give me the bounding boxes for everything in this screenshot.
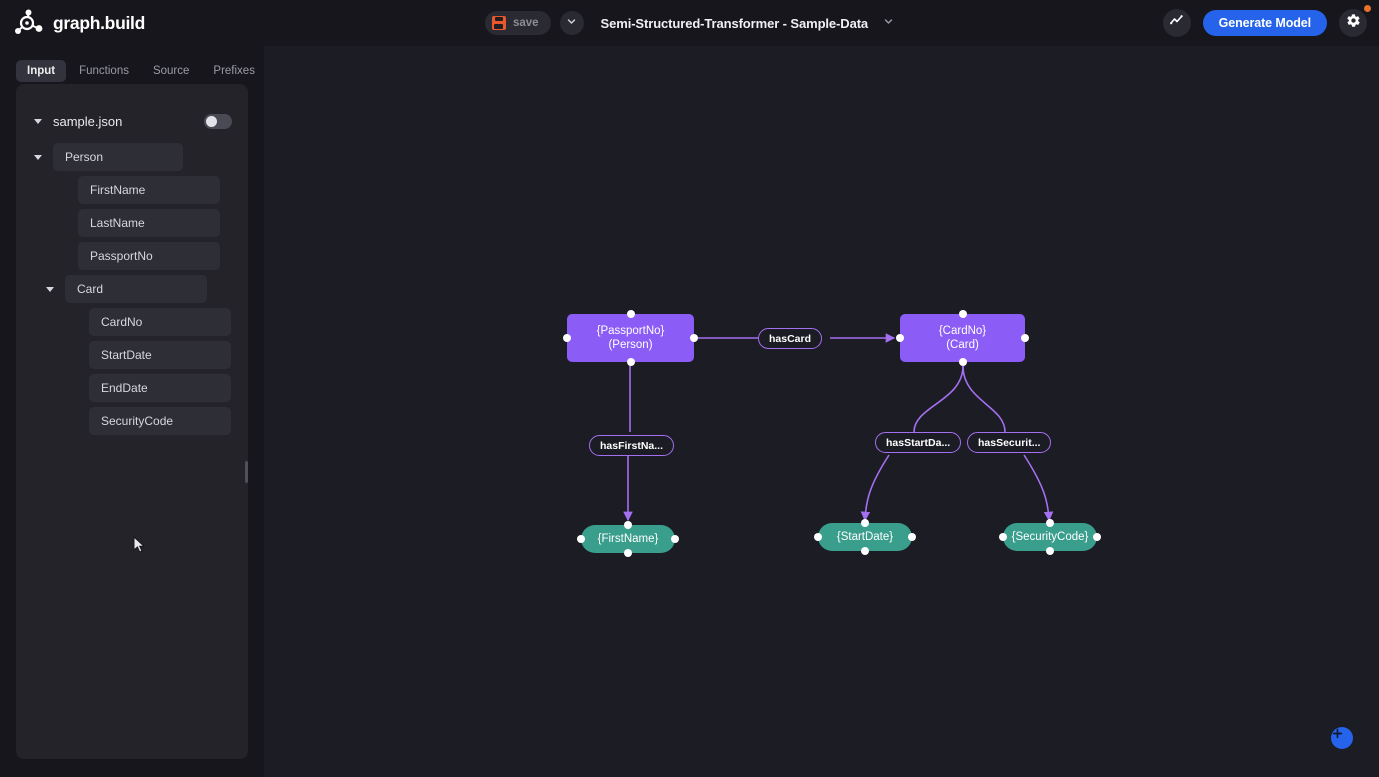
sidebar: Input Functions Source Prefixes sample.j… bbox=[0, 46, 264, 777]
sidebar-scrollbar-track[interactable] bbox=[245, 138, 248, 777]
tree-item-enddate[interactable]: EndDate bbox=[16, 374, 248, 402]
tree-item-label[interactable]: StartDate bbox=[89, 341, 231, 369]
node-handle-top[interactable] bbox=[624, 521, 632, 529]
node-handle-right[interactable] bbox=[671, 535, 679, 543]
gear-icon bbox=[1346, 13, 1361, 33]
node-handle-right[interactable] bbox=[1093, 533, 1101, 541]
tree-item-label[interactable]: Card bbox=[65, 275, 207, 303]
tab-prefixes[interactable]: Prefixes bbox=[202, 60, 266, 82]
generate-model-button[interactable]: Generate Model bbox=[1203, 10, 1327, 36]
analytics-button[interactable] bbox=[1163, 9, 1191, 37]
node-handle-right[interactable] bbox=[690, 334, 698, 342]
graph-node-line1: {StartDate} bbox=[837, 530, 893, 544]
tree-item-label[interactable]: CardNo bbox=[89, 308, 231, 336]
tree-item-label[interactable]: PassportNo bbox=[78, 242, 220, 270]
save-options-dropdown[interactable] bbox=[560, 11, 584, 35]
sidebar-scrollbar-thumb[interactable] bbox=[245, 461, 248, 483]
edge-label-hasfirstname[interactable]: hasFirstNa... bbox=[589, 435, 674, 456]
tab-input[interactable]: Input bbox=[16, 60, 66, 82]
graph-node-line1: {PassportNo} bbox=[597, 324, 665, 338]
node-handle-bottom[interactable] bbox=[1046, 547, 1054, 555]
settings-button[interactable] bbox=[1339, 9, 1367, 37]
node-handle-right[interactable] bbox=[1021, 334, 1029, 342]
tab-functions[interactable]: Functions bbox=[68, 60, 140, 82]
graph-node-securitycode[interactable]: {SecurityCode} bbox=[1003, 523, 1097, 551]
node-handle-left[interactable] bbox=[814, 533, 822, 541]
graph-canvas[interactable]: {PassportNo} (Person) {CardNo} (Card) {F… bbox=[264, 46, 1379, 777]
tree-item-card[interactable]: Card bbox=[16, 275, 248, 303]
graph-node-person[interactable]: {PassportNo} (Person) bbox=[567, 314, 694, 362]
graph-node-line1: {CardNo} bbox=[939, 324, 986, 338]
tree-item-firstname[interactable]: FirstName bbox=[16, 176, 248, 204]
tree-item-passportno[interactable]: PassportNo bbox=[16, 242, 248, 270]
node-handle-top[interactable] bbox=[959, 310, 967, 318]
node-handle-bottom[interactable] bbox=[861, 547, 869, 555]
graph-node-line1: {FirstName} bbox=[598, 532, 659, 546]
tab-source[interactable]: Source bbox=[142, 60, 200, 82]
graph-node-line2: (Person) bbox=[608, 338, 652, 352]
tree-item-label[interactable]: SecurityCode bbox=[89, 407, 231, 435]
add-node-button[interactable] bbox=[1331, 727, 1353, 749]
header-right-actions: Generate Model bbox=[1163, 0, 1367, 46]
tree-item-securitycode[interactable]: SecurityCode bbox=[16, 407, 248, 435]
json-tree: Person FirstName LastName PassportNo Car… bbox=[16, 143, 248, 435]
edge-label-hascard[interactable]: hasCard bbox=[758, 328, 822, 349]
tree-item-person[interactable]: Person bbox=[16, 143, 248, 171]
node-handle-top[interactable] bbox=[1046, 519, 1054, 527]
graph-node-card[interactable]: {CardNo} (Card) bbox=[900, 314, 1025, 362]
graph-node-startdate[interactable]: {StartDate} bbox=[818, 523, 912, 551]
chevron-down-icon[interactable] bbox=[34, 119, 42, 124]
node-handle-left[interactable] bbox=[896, 334, 904, 342]
graph-build-logo-icon bbox=[14, 9, 44, 37]
tree-item-label[interactable]: FirstName bbox=[78, 176, 220, 204]
input-panel: sample.json Person FirstName LastName Pa… bbox=[16, 84, 248, 759]
toggle-knob bbox=[206, 116, 217, 127]
chevron-down-icon bbox=[566, 14, 577, 32]
graph-node-line1: {SecurityCode} bbox=[1012, 530, 1089, 544]
edge-label-hassecuritycode[interactable]: hasSecurit... bbox=[967, 432, 1051, 453]
chevron-down-icon[interactable] bbox=[34, 155, 42, 160]
file-row-sample-json[interactable]: sample.json bbox=[16, 102, 248, 140]
brand[interactable]: graph.build bbox=[14, 9, 145, 37]
sidebar-tabs: Input Functions Source Prefixes bbox=[16, 60, 264, 82]
app-header: graph.build save Semi-Structured-Transfo… bbox=[0, 0, 1379, 46]
node-handle-bottom[interactable] bbox=[959, 358, 967, 366]
app-root: graph.build save Semi-Structured-Transfo… bbox=[0, 0, 1379, 777]
node-handle-top[interactable] bbox=[627, 310, 635, 318]
node-handle-left[interactable] bbox=[999, 533, 1007, 541]
node-handle-top[interactable] bbox=[861, 519, 869, 527]
node-handle-bottom[interactable] bbox=[627, 358, 635, 366]
tree-item-startdate[interactable]: StartDate bbox=[16, 341, 248, 369]
graph-node-line2: (Card) bbox=[946, 338, 979, 352]
brand-name: graph.build bbox=[53, 13, 145, 34]
save-button[interactable]: save bbox=[485, 11, 551, 35]
notification-dot bbox=[1364, 5, 1371, 12]
file-name-label: sample.json bbox=[53, 114, 204, 129]
tree-item-label[interactable]: LastName bbox=[78, 209, 220, 237]
tree-item-cardno[interactable]: CardNo bbox=[16, 308, 248, 336]
graph-node-firstname[interactable]: {FirstName} bbox=[581, 525, 675, 553]
activity-chart-icon bbox=[1169, 13, 1184, 33]
edge-label-hasstartdate[interactable]: hasStartDa... bbox=[875, 432, 961, 453]
node-handle-right[interactable] bbox=[908, 533, 916, 541]
graph-flow: {PassportNo} (Person) {CardNo} (Card) {F… bbox=[264, 46, 1379, 777]
file-enable-toggle[interactable] bbox=[204, 114, 232, 129]
tree-item-label[interactable]: Person bbox=[53, 143, 183, 171]
tree-item-label[interactable]: EndDate bbox=[89, 374, 231, 402]
document-title: Semi-Structured-Transformer - Sample-Dat… bbox=[601, 16, 869, 31]
tree-item-lastname[interactable]: LastName bbox=[16, 209, 248, 237]
chevron-down-icon[interactable] bbox=[46, 287, 54, 292]
floppy-disk-icon bbox=[492, 16, 506, 30]
save-button-label: save bbox=[513, 17, 539, 29]
graph-edges bbox=[264, 46, 1379, 777]
document-title-dropdown[interactable] bbox=[883, 16, 894, 30]
node-handle-left[interactable] bbox=[563, 334, 571, 342]
node-handle-bottom[interactable] bbox=[624, 549, 632, 557]
node-handle-left[interactable] bbox=[577, 535, 585, 543]
